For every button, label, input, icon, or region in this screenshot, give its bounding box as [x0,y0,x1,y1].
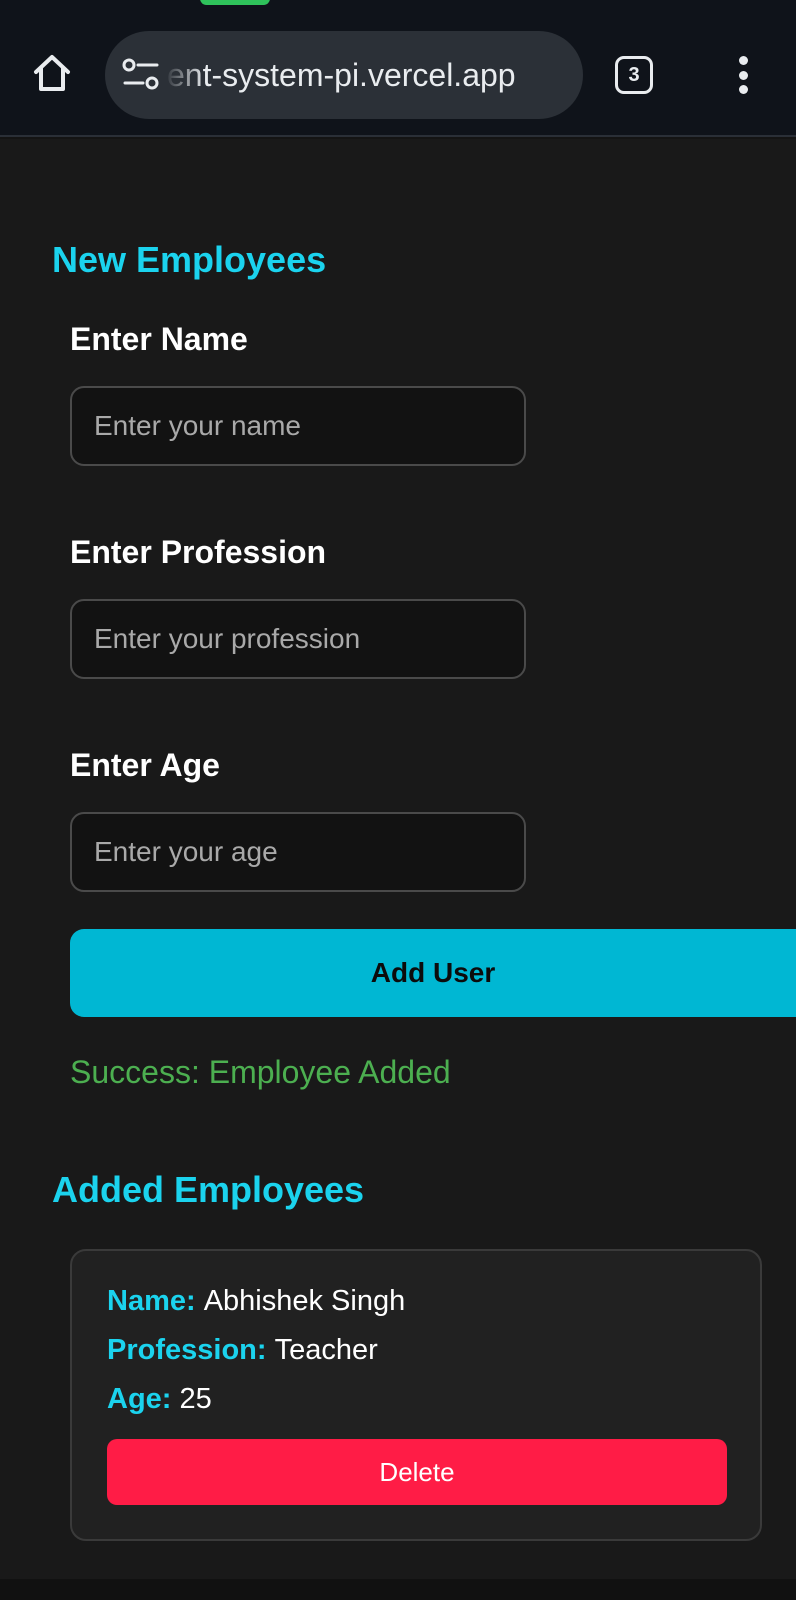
name-label: Enter Name [70,321,248,357]
tab-switcher-icon[interactable]: 3 [615,56,653,94]
employee-profession-row: Profession: Teacher [107,1334,378,1367]
name-key: Name: [107,1285,204,1317]
page-content: New Employees Enter Name Enter Professio… [0,139,796,1579]
age-input[interactable] [70,812,526,892]
home-button[interactable] [26,47,78,99]
employee-name: Abhishek Singh [203,1285,406,1317]
url-fade [165,31,205,119]
status-indicator [200,0,270,5]
profession-label: Enter Profession [70,534,327,570]
name-input[interactable] [70,386,526,466]
address-bar[interactable]: ent-system-pi.vercel.app [105,31,583,119]
profession-key: Profession: [107,1334,275,1366]
success-message: Success: Employee Added [70,1054,451,1090]
employee-card: Name: Abhishek Singh Profession: Teacher… [70,1249,762,1541]
browser-toolbar: ent-system-pi.vercel.app 3 [0,0,796,137]
url-text[interactable]: ent-system-pi.vercel.app [167,31,565,119]
age-key: Age: [107,1383,180,1415]
profession-input[interactable] [70,599,526,679]
home-icon [34,55,70,91]
site-settings-icon[interactable] [121,57,161,93]
employee-age: 25 [179,1383,212,1415]
more-vert-icon[interactable] [722,52,764,98]
employee-profession: Teacher [274,1334,378,1366]
add-user-button[interactable]: Add User [70,929,796,1017]
employee-name-row: Name: Abhishek Singh [107,1285,405,1318]
bottom-strip [0,1579,796,1600]
new-employees-heading: New Employees [52,239,327,280]
tab-count: 3 [628,63,640,86]
age-label: Enter Age [70,747,220,783]
delete-button[interactable]: Delete [107,1439,727,1505]
employee-age-row: Age: 25 [107,1383,212,1416]
added-employees-heading: Added Employees [52,1169,365,1210]
